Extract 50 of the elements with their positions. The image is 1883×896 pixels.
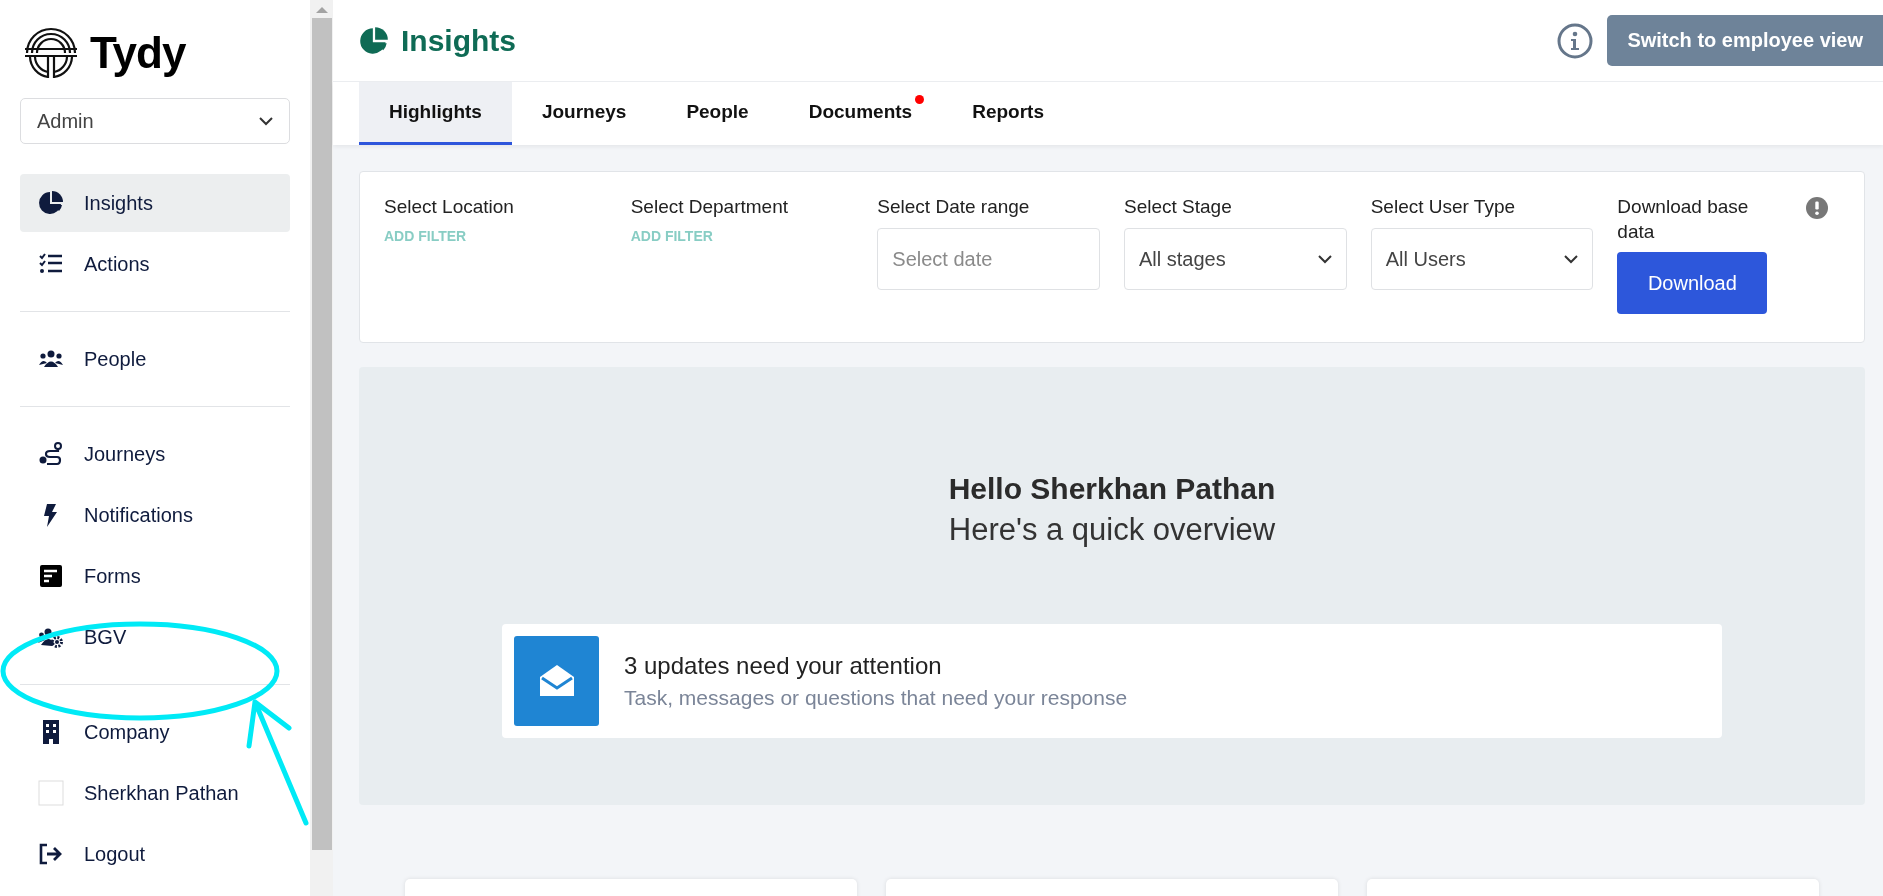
- logout-icon: [38, 841, 64, 867]
- filter-label: Select Location: [384, 195, 515, 219]
- filter-label: Select Date range: [877, 195, 1031, 219]
- date-field[interactable]: Select date: [877, 228, 1100, 290]
- tab[interactable]: Documents: [778, 82, 943, 145]
- nav-item[interactable]: Actions: [20, 235, 290, 293]
- filter-label: Select Stage: [1124, 195, 1233, 219]
- nav-item[interactable]: BGV: [20, 608, 290, 666]
- updates-card[interactable]: 3 updates need your attention Task, messages or questions that need your response: [502, 624, 1722, 738]
- updates-description: Task, messages or questions that need your response: [624, 686, 1128, 710]
- brand-name: Tydy: [90, 28, 186, 78]
- nav-item[interactable]: Forms: [20, 547, 290, 605]
- envelope-icon: [514, 636, 599, 726]
- nav-item[interactable]: Sherkhan Pathan: [20, 764, 290, 822]
- scrollbar[interactable]: [310, 0, 333, 896]
- nav-item[interactable]: People: [20, 330, 290, 388]
- pie-chart-icon: [38, 190, 64, 216]
- role-select[interactable]: Admin: [20, 98, 290, 144]
- switch-view-button[interactable]: Switch to employee view: [1607, 15, 1883, 66]
- nav-item[interactable]: Journeys: [20, 425, 290, 483]
- tab[interactable]: Highlights: [359, 82, 512, 145]
- tab[interactable]: Reports: [942, 82, 1074, 145]
- tab[interactable]: People: [656, 82, 779, 145]
- filter-label: Download base data: [1617, 195, 1750, 244]
- pie-chart-icon: [359, 25, 389, 56]
- chevron-down-icon: [259, 116, 273, 126]
- nav-item[interactable]: Logout: [20, 825, 290, 883]
- nav-item[interactable]: Company: [20, 703, 290, 761]
- scroll-up-icon[interactable]: [314, 5, 329, 14]
- route-icon: [38, 441, 64, 467]
- tab[interactable]: Journeys: [511, 82, 657, 145]
- nav-item[interactable]: Notifications: [20, 486, 290, 544]
- logo-icon: [22, 27, 80, 79]
- download-button[interactable]: Download: [1617, 252, 1768, 314]
- chevron-down-icon: [1564, 254, 1579, 264]
- scroll-thumb[interactable]: [311, 18, 332, 850]
- greeting: Hello Sherkhan Pathan: [948, 472, 1276, 506]
- info-icon[interactable]: [1557, 22, 1594, 59]
- form-icon: [38, 563, 64, 589]
- avatar-placeholder: [38, 780, 64, 806]
- overview-subtitle: Here's a quick overview: [948, 512, 1276, 548]
- updates-title: 3 updates need your attention: [624, 652, 943, 680]
- chevron-down-icon: [1317, 254, 1332, 264]
- select-field[interactable]: All Users: [1370, 228, 1594, 290]
- page-title: Insights: [401, 23, 516, 58]
- nav-item[interactable]: Insights: [20, 174, 290, 232]
- alert-icon[interactable]: [1806, 197, 1828, 219]
- filter-label: Select User Type: [1370, 195, 1516, 219]
- select-field[interactable]: All stages: [1124, 228, 1347, 290]
- filter-label: Select Department: [630, 195, 790, 219]
